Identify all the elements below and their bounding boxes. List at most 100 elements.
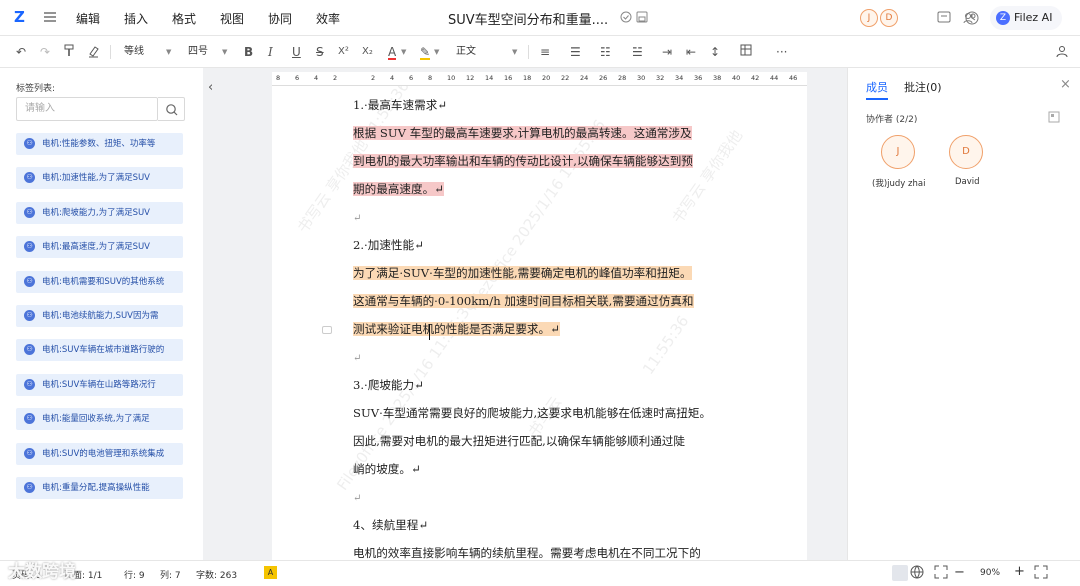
save-icon[interactable] [636, 11, 648, 26]
zoom-in-icon[interactable]: + [1014, 564, 1025, 579]
font-name-value: 等线 [124, 46, 144, 57]
bulleted-list-icon[interactable]: ☰ [570, 44, 581, 60]
chevron-down-icon[interactable]: ▼ [401, 44, 406, 60]
paragraph-line[interactable]: 为了满足·SUV·车型的加速性能,需要确定电机的峰值功率和扭矩。 [353, 259, 728, 287]
empty-paragraph[interactable]: ↵ [353, 343, 728, 373]
hamburger-menu-icon[interactable] [42, 9, 58, 25]
tag-item[interactable]: ⚇ 电机:电池续航能力,SUV因为需 [16, 305, 183, 327]
web-view-icon[interactable] [910, 565, 924, 582]
tag-item[interactable]: ⚇ 电机:重量分配,提高操纵性能 [16, 477, 183, 499]
italic-button[interactable]: I [268, 44, 273, 60]
clear-format-icon[interactable] [87, 44, 99, 60]
empty-paragraph[interactable]: ↵ [353, 483, 728, 513]
font-name-select[interactable]: 等线 ▼ [124, 43, 174, 61]
fit-screen-icon[interactable] [934, 565, 948, 582]
paragraph-text: 这通常与车辆的·0-100km/h 加速时间目标相关联,需要通过仿真和 [353, 294, 694, 308]
tag-icon: ⚇ [24, 482, 35, 493]
paragraph-line[interactable]: 到电机的最大功率输出和车辆的传动比设计,以确保车辆能够达到预 [353, 147, 728, 175]
paragraph-text: 测试来验证电机的性能是否满足要求。↵ [353, 322, 560, 336]
tag-search-input[interactable]: 请输入 [16, 97, 158, 121]
page-view-icon[interactable] [892, 565, 908, 581]
empty-paragraph[interactable]: ↵ [353, 203, 728, 233]
paragraph-line[interactable]: 根据 SUV 车型的最高车速要求,计算电机的最高转速。这通常涉及 [353, 119, 728, 147]
app-logo[interactable]: Z [14, 9, 30, 25]
tag-item[interactable]: ⚇ 电机:性能参数、扭矩、功率等 [16, 133, 183, 155]
zoom-level[interactable]: 90% [980, 568, 1000, 578]
format-painter-icon[interactable] [63, 44, 75, 60]
member-avatar[interactable]: J [881, 135, 915, 169]
numbered-list-icon[interactable]: ☷ [600, 44, 611, 60]
document-page[interactable]: 书写云 享你我他 11:55:36 Filez0ffice 2025/1/16 1… [272, 86, 807, 560]
paragraph-text: 1.·最高车速需求↵ [353, 98, 448, 112]
user-panel-icon[interactable] [1055, 44, 1069, 60]
paragraph-line[interactable]: 3.·爬坡能力↵ [353, 371, 728, 399]
tag-item[interactable]: ⚇ 电机:爬坡能力,为了满足SUV [16, 201, 183, 224]
outdent-icon[interactable]: ⇤ [686, 44, 696, 60]
menu-view[interactable]: 视图 [220, 10, 244, 27]
subscript-button[interactable]: X₂ [362, 44, 373, 60]
document-title[interactable]: SUV车型空间分布和重量.... [448, 9, 608, 28]
tag-item[interactable]: ⚇ 电机:能量回收系统,为了满足 [16, 408, 183, 431]
tag-item[interactable]: ⚇ 电机:加速性能,为了满足SUV [16, 167, 183, 190]
paragraph-line[interactable]: 电机的效率直接影响车辆的续航里程。需要考虑电机在不同工况下的 [353, 539, 728, 560]
font-color-icon[interactable]: A [388, 44, 397, 60]
collapse-panel-icon[interactable]: ‹ [208, 81, 220, 95]
tag-item[interactable]: ⚇ 电机:SUV车辆在山路等路况行 [16, 373, 183, 396]
paragraph-line[interactable]: SUV·车型通常需要良好的爬坡能力,这要求电机能够在低速时高扭矩。 [353, 399, 728, 427]
redo-icon[interactable]: ↷ [40, 44, 50, 60]
paragraph-line[interactable]: 1.·最高车速需求↵ [353, 91, 728, 119]
tag-item[interactable]: ⚇ 电机:电机需要和SUV的其他系统 [16, 270, 183, 293]
close-icon[interactable]: × [1060, 77, 1071, 92]
ruler-tick-label: 6 [295, 74, 300, 82]
paragraph-line[interactable]: 2.·加速性能↵ [353, 231, 728, 259]
fullscreen-icon[interactable] [1034, 565, 1048, 582]
filez-ai-button[interactable]: Z Filez AI [990, 6, 1062, 30]
search-button[interactable] [158, 97, 185, 121]
underline-button[interactable]: U [292, 44, 301, 60]
avatar[interactable]: D [880, 9, 898, 27]
paragraph-line[interactable]: 这通常与车辆的·0-100km/h 加速时间目标相关联,需要通过仿真和 [353, 287, 728, 315]
menu-format[interactable]: 格式 [172, 10, 196, 27]
paragraph-style-select[interactable]: 正文 ▼ [456, 43, 526, 61]
zoom-out-icon[interactable]: − [954, 565, 965, 580]
menu-efficiency[interactable]: 效率 [316, 10, 340, 27]
tag-item[interactable]: ⚇ 电机:SUV的电池管理和系统集成 [16, 442, 183, 465]
superscript-button[interactable]: X² [338, 44, 349, 60]
chevron-down-icon[interactable]: ▼ [434, 44, 439, 60]
undo-icon[interactable]: ↶ [16, 44, 26, 60]
paragraph-line[interactable]: 期的最高速度。↵ [353, 175, 728, 203]
paragraph-text: ↵ [353, 353, 362, 364]
paragraph-text: 到电机的最大功率输出和车辆的传动比设计,以确保车辆能够达到预 [353, 154, 693, 168]
paragraph-line[interactable]: 4、续航里程↵ [353, 511, 728, 539]
paragraph-handle-icon[interactable] [322, 326, 332, 334]
users-icon[interactable] [962, 10, 978, 29]
multilevel-list-icon[interactable]: ☱ [632, 44, 643, 60]
strikethrough-button[interactable]: S [316, 44, 324, 60]
paragraph-line[interactable]: 测试来验证电机的性能是否满足要求。↵ [353, 315, 728, 343]
member-avatar[interactable]: D [949, 135, 983, 169]
paragraph-line[interactable]: 峭的坡度。↵ [353, 455, 728, 483]
menu-insert[interactable]: 插入 [124, 10, 148, 27]
paragraph-line[interactable]: 因此,需要对电机的最大扭矩进行匹配,以确保车辆能够顺利通过陡 [353, 427, 728, 455]
avatar[interactable]: J [860, 9, 878, 27]
tag-item[interactable]: ⚇ 电机:最高速度,为了满足SUV [16, 236, 183, 259]
table-icon[interactable] [740, 44, 752, 60]
comment-icon[interactable] [936, 10, 952, 29]
tag-icon: ⚇ [24, 413, 35, 425]
more-button[interactable]: ··· [776, 44, 787, 60]
highlight-color-icon[interactable]: ✎ [420, 44, 431, 60]
bold-button[interactable]: B [244, 44, 253, 60]
qr-code-icon[interactable] [1048, 111, 1060, 126]
tab-comments[interactable]: 批注(0) [904, 79, 942, 95]
indent-icon[interactable]: ⇥ [662, 44, 672, 60]
tab-members[interactable]: 成员 [866, 79, 888, 95]
font-size-select[interactable]: 四号 ▼ [188, 43, 232, 61]
horizontal-ruler[interactable]: 8 6 4 2 2 4 6 8 10 12 14 16 18 20 22 24 26 28 30 32 34 36 38 40… [272, 72, 807, 86]
ruler-tick-label: 40 [732, 74, 741, 82]
tag-item[interactable]: ⚇ 电机:SUV车辆在城市道路行驶的 [16, 339, 183, 362]
spellcheck-badge[interactable]: A [264, 566, 277, 579]
menu-edit[interactable]: 编辑 [76, 10, 100, 27]
align-icon[interactable]: ≡ [540, 44, 550, 60]
line-spacing-icon[interactable]: ↕ [710, 44, 720, 60]
menu-collaborate[interactable]: 协同 [268, 10, 292, 27]
